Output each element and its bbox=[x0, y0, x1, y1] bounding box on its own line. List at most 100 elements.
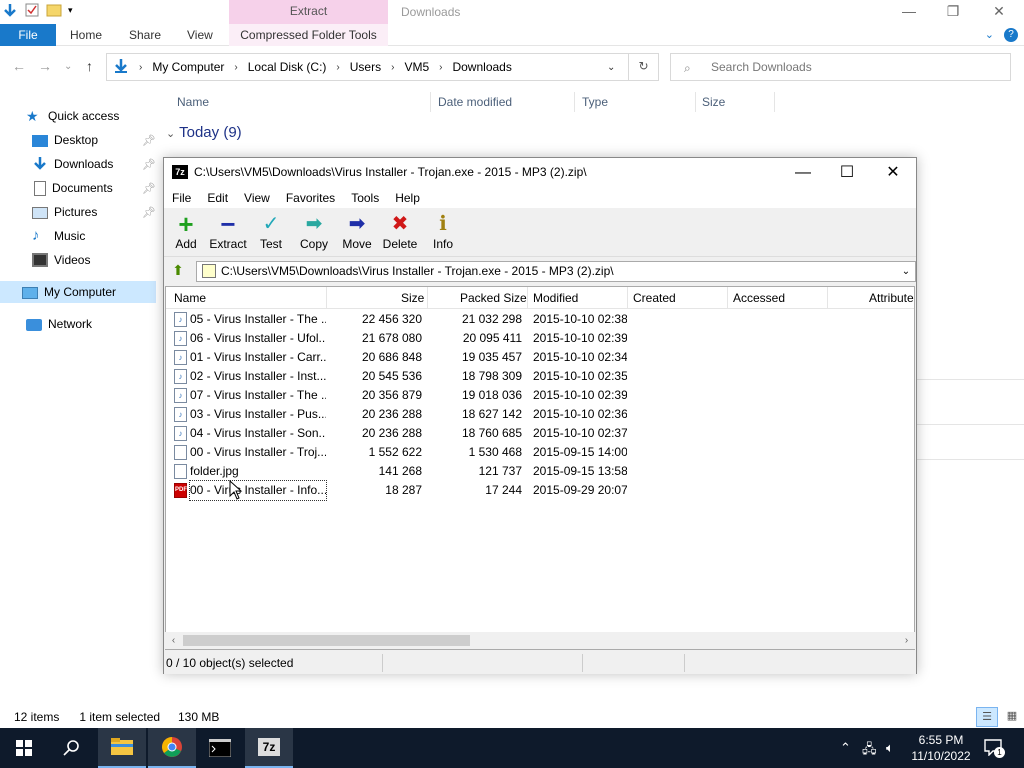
7zip-minimize-button[interactable]: — bbox=[780, 160, 826, 186]
breadcrumb-separator-icon[interactable]: › bbox=[391, 62, 394, 73]
taskbar-7zip[interactable]: 7z bbox=[245, 728, 293, 768]
nav-desktop[interactable]: Desktop bbox=[32, 129, 98, 151]
file-row[interactable]: ♪ 05 - Virus Installer - The ... 22 456 32… bbox=[166, 310, 914, 329]
column-divider[interactable] bbox=[574, 92, 575, 112]
pin-icon[interactable]: 📌︎ bbox=[142, 134, 156, 147]
nav-documents[interactable]: Documents bbox=[32, 177, 113, 199]
column-header-size[interactable]: Size bbox=[401, 291, 424, 305]
tab-share[interactable]: Share bbox=[129, 24, 161, 46]
menu-view[interactable]: View bbox=[236, 188, 278, 208]
forward-arrow-icon[interactable]: → bbox=[38, 58, 52, 74]
column-divider[interactable] bbox=[430, 92, 431, 112]
down-arrow-icon[interactable] bbox=[2, 2, 18, 18]
search-input[interactable]: Search Downloads bbox=[670, 53, 1011, 81]
maximize-button[interactable]: ❐ bbox=[930, 0, 976, 24]
taskbar-terminal[interactable] bbox=[196, 728, 244, 768]
nav-my-computer[interactable]: My Computer bbox=[0, 281, 156, 303]
explorer-row-partial[interactable] bbox=[917, 360, 1024, 380]
file-row[interactable]: ♪ 06 - Virus Installer - Ufol... 21 678 08… bbox=[166, 329, 914, 348]
column-header-date-modified[interactable]: Date modified bbox=[438, 95, 512, 109]
qat-dropdown-icon[interactable]: ▾ bbox=[68, 2, 78, 18]
info-button[interactable]: ℹ Info bbox=[421, 211, 465, 251]
action-center-button[interactable]: 1 bbox=[984, 738, 1005, 758]
group-header-today[interactable]: ⌄ Today (9) bbox=[166, 124, 242, 141]
file-row[interactable]: 00 - Virus Installer - Troj... 1 552 622 1… bbox=[166, 443, 914, 462]
menu-edit[interactable]: Edit bbox=[199, 188, 236, 208]
menu-favorites[interactable]: Favorites bbox=[278, 188, 343, 208]
expand-ribbon-icon[interactable]: ⌄ bbox=[985, 28, 994, 42]
column-header-attributes[interactable]: Attribute bbox=[869, 291, 914, 305]
large-icons-view-icon[interactable]: ▦ bbox=[1002, 707, 1022, 727]
clock[interactable]: 6:55 PM 11/10/2022 bbox=[906, 732, 976, 764]
tab-home[interactable]: Home bbox=[70, 24, 102, 46]
explorer-row-partial[interactable] bbox=[917, 405, 1024, 425]
breadcrumb-users[interactable]: Users bbox=[350, 60, 381, 74]
test-button[interactable]: ✓ Test bbox=[249, 211, 293, 251]
address-dropdown-icon[interactable]: ⌄ bbox=[607, 62, 615, 73]
column-divider[interactable] bbox=[527, 287, 528, 309]
horizontal-scrollbar[interactable]: ‹ › bbox=[165, 632, 915, 649]
breadcrumb-separator-icon[interactable]: › bbox=[439, 62, 442, 73]
move-button[interactable]: ➡ Move bbox=[335, 211, 379, 251]
up-arrow-icon[interactable]: ↑ bbox=[86, 58, 93, 74]
close-button[interactable]: ✕ bbox=[976, 0, 1022, 24]
recent-locations-icon[interactable]: ⌄ bbox=[64, 61, 72, 72]
column-divider[interactable] bbox=[727, 287, 728, 309]
file-row[interactable]: ♪ 01 - Virus Installer - Carr... 20 686 84… bbox=[166, 348, 914, 367]
new-folder-icon[interactable] bbox=[46, 2, 62, 18]
show-hidden-icons-icon[interactable]: ⌃ bbox=[840, 740, 851, 756]
explorer-row-partial[interactable] bbox=[917, 440, 1024, 460]
file-row[interactable]: PDF 00 - Virus Installer - Info... 18 287 1… bbox=[166, 480, 914, 501]
taskbar-chrome[interactable] bbox=[148, 728, 196, 768]
breadcrumb-separator-icon[interactable]: › bbox=[234, 62, 237, 73]
start-button[interactable] bbox=[0, 728, 48, 768]
breadcrumb-separator-icon[interactable]: › bbox=[336, 62, 339, 73]
copy-button[interactable]: ➡ Copy bbox=[292, 211, 336, 251]
delete-button[interactable]: ✖ Delete bbox=[378, 211, 422, 251]
folder-up-icon[interactable]: ⬆ bbox=[168, 262, 188, 280]
column-header-name[interactable]: Name bbox=[177, 95, 209, 109]
network-tray-icon[interactable]: 🖧︎ bbox=[862, 740, 877, 762]
menu-tools[interactable]: Tools bbox=[343, 188, 387, 208]
breadcrumb-downloads[interactable]: Downloads bbox=[452, 60, 511, 74]
file-row[interactable]: ♪ 03 - Virus Installer - Pus... 20 236 288… bbox=[166, 405, 914, 424]
breadcrumb-local-disk[interactable]: Local Disk (C:) bbox=[248, 60, 327, 74]
nav-videos[interactable]: Videos bbox=[32, 249, 90, 271]
breadcrumb-separator-icon[interactable]: › bbox=[139, 62, 142, 73]
column-header-type[interactable]: Type bbox=[582, 95, 608, 109]
refresh-button[interactable]: ↻ bbox=[628, 53, 658, 81]
pin-icon[interactable]: 📌︎ bbox=[142, 182, 156, 195]
column-divider[interactable] bbox=[427, 287, 428, 309]
breadcrumb-vm5[interactable]: VM5 bbox=[404, 60, 429, 74]
search-button[interactable] bbox=[48, 728, 96, 768]
nav-quick-access[interactable]: ★ Quick access bbox=[26, 105, 119, 127]
column-divider[interactable] bbox=[827, 287, 828, 309]
taskbar-file-explorer[interactable] bbox=[98, 728, 146, 768]
column-header-size[interactable]: Size bbox=[702, 95, 725, 109]
column-header-created[interactable]: Created bbox=[633, 291, 676, 305]
details-view-icon[interactable]: ☰ bbox=[976, 707, 998, 727]
column-header-accessed[interactable]: Accessed bbox=[733, 291, 785, 305]
column-divider[interactable] bbox=[774, 92, 775, 112]
file-row[interactable]: folder.jpg 141 268 121 737 2015-09-15 13:58 bbox=[166, 462, 914, 481]
7zip-close-button[interactable]: ✕ bbox=[870, 160, 916, 186]
nav-downloads[interactable]: Downloads bbox=[32, 153, 113, 175]
scrollbar-thumb[interactable] bbox=[183, 635, 470, 646]
pin-icon[interactable]: 📌︎ bbox=[142, 206, 156, 219]
properties-icon[interactable] bbox=[24, 2, 40, 18]
menu-help[interactable]: Help bbox=[387, 188, 428, 208]
column-divider[interactable] bbox=[695, 92, 696, 112]
pin-icon[interactable]: 📌︎ bbox=[142, 158, 156, 171]
scroll-right-icon[interactable]: › bbox=[898, 632, 915, 649]
tab-file[interactable]: File bbox=[0, 24, 56, 46]
column-header-modified[interactable]: Modified bbox=[533, 291, 578, 305]
file-row[interactable]: ♪ 04 - Virus Installer - Son... 20 236 288… bbox=[166, 424, 914, 443]
column-header-packed-size[interactable]: Packed Size bbox=[460, 291, 527, 305]
tab-view[interactable]: View bbox=[187, 24, 213, 46]
7zip-path-combobox[interactable]: C:\Users\VM5\Downloads\Virus Installer -… bbox=[196, 261, 916, 282]
address-bar[interactable]: › My Computer › Local Disk (C:) › Users … bbox=[106, 53, 659, 81]
7zip-maximize-button[interactable]: ☐ bbox=[824, 160, 870, 186]
volume-icon[interactable]: 🔈︎ bbox=[886, 740, 894, 756]
file-row[interactable]: ♪ 02 - Virus Installer - Inst... 20 545 53… bbox=[166, 367, 914, 386]
nav-music[interactable]: ♪ Music bbox=[32, 225, 85, 247]
